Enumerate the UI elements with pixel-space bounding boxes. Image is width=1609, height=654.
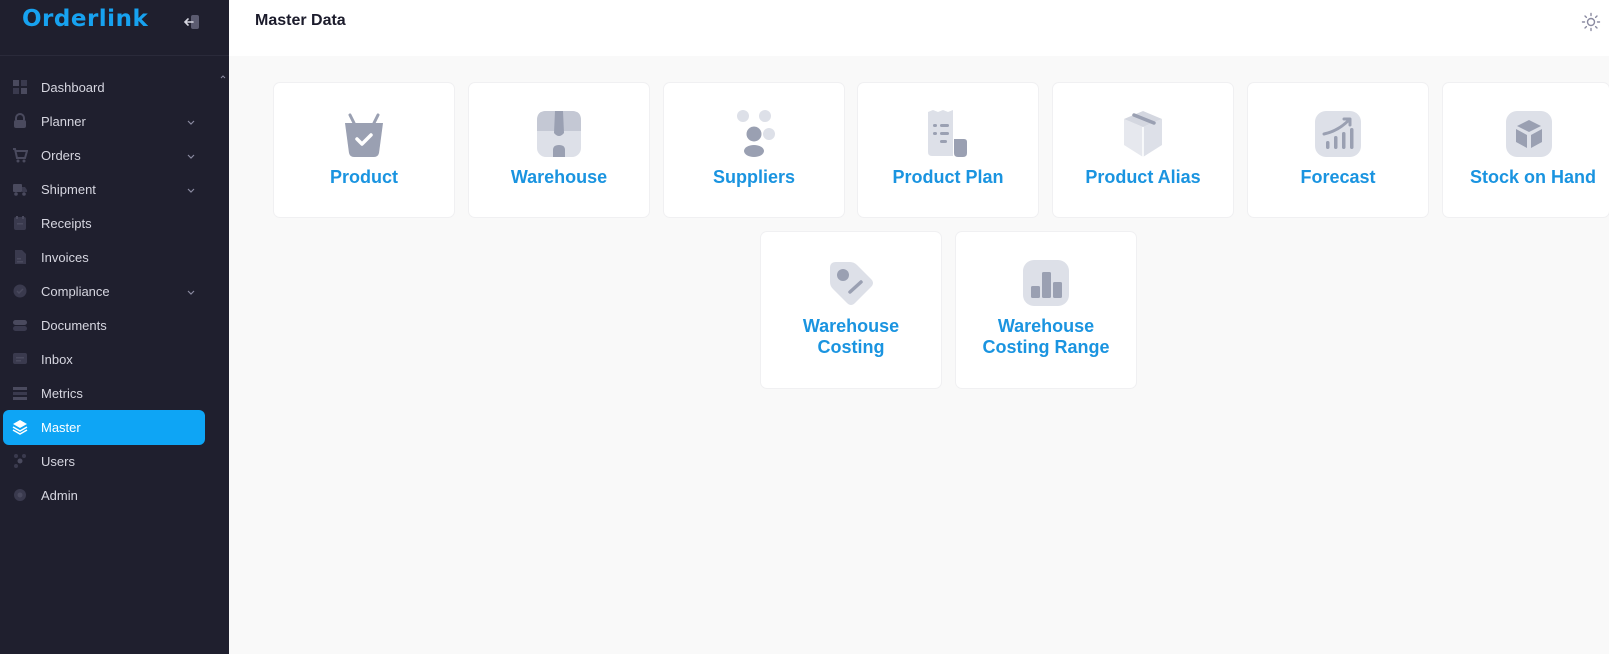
card-title: Product Plan [892,167,1004,187]
master-data-content: Product Warehouse Suppliers Product Plan… [229,56,1609,654]
sidebar-item-label: Shipment [41,182,96,197]
card-forecast[interactable]: Forecast [1248,83,1428,217]
card-title: Suppliers [712,167,796,187]
cube-icon [1506,111,1552,157]
sidebar-item-dashboard[interactable]: Dashboard [3,70,205,105]
cart-icon [13,148,28,163]
card-title-line1: Warehouse [997,316,1095,336]
sidebar-item-invoices[interactable]: Invoices [3,240,205,275]
sidebar-item-label: Compliance [41,284,110,299]
card-suppliers[interactable]: Suppliers [664,83,844,217]
bar-chart-icon [1023,260,1069,306]
sidebar-item-master[interactable]: Master [3,410,205,445]
card-title-line2: Costing Range [982,337,1110,357]
sidebar-item-label: Master [41,420,81,435]
shop-icon [537,111,581,157]
truck-icon [13,184,27,196]
basket-icon [345,113,383,157]
card-product-alias[interactable]: Product Alias [1053,83,1233,217]
top-header: Master Data [229,0,1609,56]
chevron-down-icon [187,188,195,193]
card-warehouse[interactable]: Warehouse [469,83,649,217]
sidebar-item-label: Orders [41,148,81,163]
sidebar-item-compliance[interactable]: Compliance [3,274,205,309]
collapse-sidebar-button[interactable] [181,13,201,31]
card-title: Stock on Hand [1469,167,1596,187]
layers-icon [12,420,28,435]
app-logo[interactable]: Orderlink [22,6,148,32]
card-title: Product Alias [1085,167,1201,187]
box-open-icon [1124,111,1162,157]
card-title: Warehouse [510,167,608,187]
sidebar-item-label: Users [41,454,75,469]
collapse-arrow-icon [183,15,199,29]
shield-check-icon [13,284,27,298]
metrics-icon [13,387,27,400]
sidebar-item-metrics[interactable]: Metrics [3,376,205,411]
dashboard-icon [13,80,27,94]
receipt-list-icon [928,110,967,157]
sidebar-item-label: Invoices [41,250,89,265]
chevron-down-icon [187,120,195,125]
sidebar-item-receipts[interactable]: Receipts [3,206,205,241]
sidebar-item-label: Inbox [41,352,73,367]
sidebar-item-inbox[interactable]: Inbox [3,342,205,377]
tag-icon [830,262,873,305]
people-icon [737,110,775,157]
chevron-down-icon [187,154,195,159]
scroll-up-icon[interactable] [220,74,226,80]
brand-area: Orderlink [0,0,229,56]
chart-up-icon [1315,111,1361,157]
card-title: Forecast [1300,167,1376,187]
card-title: Product [329,167,398,187]
sidebar-item-label: Metrics [41,386,83,401]
sidebar-item-admin[interactable]: Admin [3,478,205,513]
sidebar-item-documents[interactable]: Documents [3,308,205,343]
sidebar-item-label: Admin [41,488,78,503]
sidebar-item-users[interactable]: Users [3,444,205,479]
receipt-icon [14,216,26,230]
card-stock-on-hand[interactable]: Stock on Hand [1443,83,1609,217]
card-product[interactable]: Product [274,83,454,217]
card-warehouse-costing-range[interactable]: Warehouse Costing Range [956,232,1136,388]
sidebar-item-label: Documents [41,318,107,333]
invoice-icon [15,250,26,264]
card-product-plan[interactable]: Product Plan [858,83,1038,217]
sidebar-item-orders[interactable]: Orders [3,138,205,173]
card-warehouse-costing[interactable]: Warehouse Costing [761,232,941,388]
sun-icon[interactable] [1581,12,1601,32]
gear-icon [14,489,26,501]
inbox-icon [13,353,27,364]
page-title: Master Data [255,12,346,29]
sidebar: Orderlink Dashboard Planner Orders Shipm… [0,0,229,654]
sidebar-item-shipment[interactable]: Shipment [3,172,205,207]
users-icon [14,454,26,468]
planner-icon [14,113,26,128]
card-title-line2: Costing [817,337,885,357]
sidebar-item-label: Dashboard [41,80,105,95]
sidebar-item-label: Planner [41,114,86,129]
chevron-down-icon [187,290,195,295]
documents-icon [13,320,27,331]
card-title-line1: Warehouse [802,316,900,336]
sidebar-item-planner[interactable]: Planner [3,104,205,139]
sidebar-item-label: Receipts [41,216,92,231]
